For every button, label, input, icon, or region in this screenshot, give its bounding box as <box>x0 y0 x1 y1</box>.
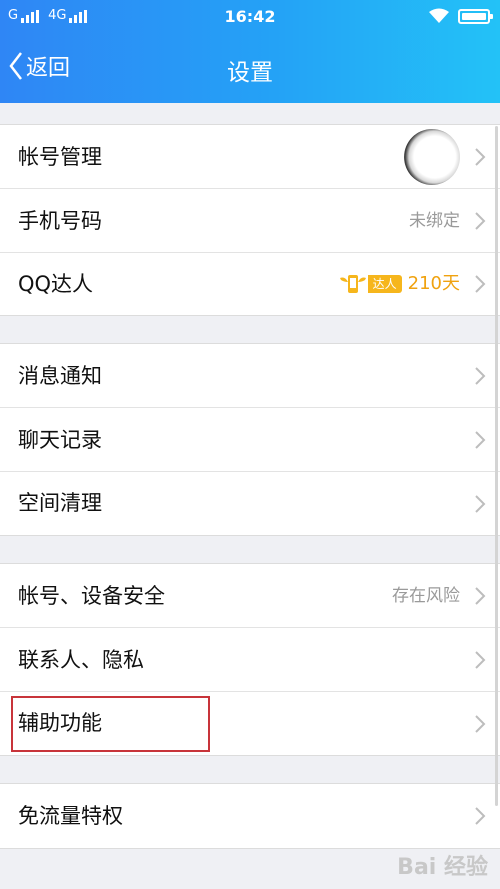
chevron-right-icon <box>475 587 486 605</box>
row-label: 空间清理 <box>18 491 102 515</box>
row-chat-history[interactable]: 聊天记录 <box>0 408 500 472</box>
row-notifications[interactable]: 消息通知 <box>0 344 500 408</box>
wifi-icon <box>429 8 449 23</box>
app-header: G 4G 16:42 返回 设置 <box>0 0 500 103</box>
chevron-right-icon <box>475 367 486 385</box>
row-label: 聊天记录 <box>18 428 102 452</box>
row-label: 帐号、设备安全 <box>18 584 165 608</box>
row-account-management[interactable]: 帐号管理 <box>0 125 500 189</box>
chevron-right-icon <box>475 495 486 513</box>
status-time: 16:42 <box>224 7 276 26</box>
chevron-right-icon <box>475 715 486 733</box>
row-value: 存在风险 <box>392 586 460 606</box>
chevron-right-icon <box>475 807 486 825</box>
avatar <box>404 129 460 185</box>
row-storage-cleanup[interactable]: 空间清理 <box>0 472 500 535</box>
row-label: 免流量特权 <box>18 804 123 828</box>
daren-days: 210天 <box>407 273 460 294</box>
daren-badge: 达人 <box>338 273 402 295</box>
row-contacts-privacy[interactable]: 联系人、隐私 <box>0 628 500 692</box>
chevron-right-icon <box>475 431 486 449</box>
row-account-device-security[interactable]: 帐号、设备安全 存在风险 <box>0 564 500 628</box>
page-title: 设置 <box>227 60 273 86</box>
settings-group-privileges: 免流量特权 <box>0 783 500 849</box>
row-label: 消息通知 <box>18 364 102 388</box>
row-label: 帐号管理 <box>18 145 102 169</box>
row-label: 联系人、隐私 <box>18 648 144 672</box>
row-free-data-privilege[interactable]: 免流量特权 <box>0 784 500 848</box>
row-label: QQ达人 <box>18 272 94 296</box>
row-qq-daren[interactable]: QQ达人 达人 210天 <box>0 253 500 315</box>
battery-icon <box>458 8 493 24</box>
chevron-right-icon <box>475 651 486 669</box>
settings-group-account: 帐号管理 手机号码 未绑定 QQ达人 达人 210天 <box>0 124 500 316</box>
chevron-right-icon <box>475 148 486 166</box>
winged-phone-icon <box>339 275 366 293</box>
row-phone-number[interactable]: 手机号码 未绑定 <box>0 189 500 253</box>
chevron-right-icon <box>475 275 486 293</box>
settings-group-data: 消息通知 聊天记录 空间清理 <box>0 343 500 536</box>
watermark: Bai 经验 <box>397 855 488 880</box>
scrollbar[interactable] <box>495 126 498 806</box>
row-label: 手机号码 <box>18 209 102 233</box>
row-value: 未绑定 <box>409 211 460 231</box>
daren-badge-text: 达人 <box>367 275 402 293</box>
status-icons <box>428 8 493 24</box>
nav-bar: 返回 设置 <box>0 40 500 96</box>
chevron-right-icon <box>475 212 486 230</box>
daren-indicator: 达人 210天 <box>338 269 460 299</box>
highlight-box <box>11 696 210 752</box>
status-bar: G 4G 16:42 <box>0 0 500 34</box>
